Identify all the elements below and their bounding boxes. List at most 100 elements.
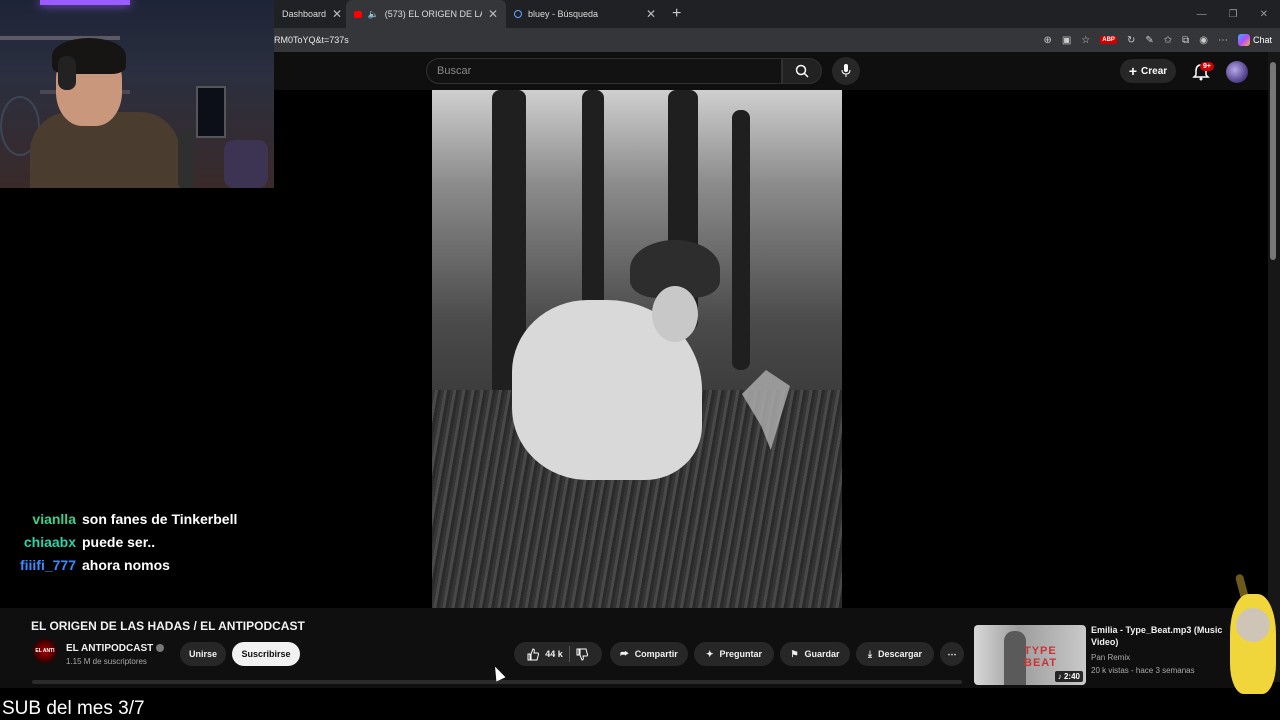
close-icon[interactable]: ✕ bbox=[646, 7, 656, 21]
favorite-star-icon[interactable]: ☆ bbox=[1081, 35, 1090, 46]
girl-face bbox=[652, 286, 698, 342]
collections-icon[interactable]: ⧉ bbox=[1182, 35, 1189, 46]
browser-tab-bar: Dashboard ✕ 🔈 (573) EL ORIGEN DE LAS HAD… bbox=[274, 0, 1280, 28]
headset bbox=[58, 56, 76, 90]
reader-icon[interactable]: ▣ bbox=[1062, 35, 1071, 46]
search-button[interactable] bbox=[782, 58, 822, 84]
microphone-icon bbox=[841, 64, 851, 77]
restore-icon[interactable]: ❐ bbox=[1229, 9, 1238, 20]
extensions-icon[interactable]: ✎ bbox=[1145, 35, 1153, 46]
bookmark-icon: ⚑ bbox=[790, 648, 799, 659]
tab-label: (573) EL ORIGEN DE LAS HAD bbox=[384, 9, 482, 19]
recommended-channel[interactable]: Pan Remix bbox=[1091, 653, 1130, 662]
share-icon: ⮫ bbox=[620, 648, 629, 659]
copilot-icon bbox=[1237, 34, 1250, 46]
search-input[interactable]: Buscar bbox=[426, 58, 782, 84]
led-light bbox=[40, 0, 130, 5]
verified-check-icon bbox=[156, 644, 165, 653]
download-label: Descargar bbox=[877, 649, 922, 659]
chat-username: chiaabx bbox=[23, 534, 76, 550]
chat-message: vianlla son fanes de Tinkerbell bbox=[0, 508, 300, 531]
close-icon[interactable]: ✕ bbox=[332, 7, 342, 21]
like-dislike-group: 44 k bbox=[514, 642, 602, 666]
cat-face bbox=[1236, 608, 1270, 642]
new-tab-icon[interactable]: + bbox=[664, 5, 689, 23]
thumbs-up-icon bbox=[527, 647, 540, 660]
create-label: Crear bbox=[1141, 65, 1168, 77]
sub-goal-bar bbox=[0, 694, 1280, 720]
sub-goal-text: SUB del mes 3/7 bbox=[2, 698, 145, 719]
window-controls: — ❐ ✕ bbox=[1197, 9, 1280, 20]
save-button[interactable]: ⚑ Guardar bbox=[780, 642, 850, 666]
chat-username: vianlla bbox=[32, 511, 76, 527]
tab-dashboard[interactable]: Dashboard ✕ bbox=[274, 0, 346, 28]
recommended-video-title[interactable]: Emilia - Type_Beat.mp3 (Music Video) bbox=[1091, 624, 1231, 648]
tab-label: Dashboard bbox=[282, 9, 327, 19]
ask-button[interactable]: ✦ Preguntar bbox=[694, 642, 774, 666]
recommended-meta: 20 k vistas - hace 3 semanas bbox=[1091, 666, 1195, 675]
channel-avatar[interactable]: EL ANTI bbox=[33, 639, 57, 663]
download-button[interactable]: ⤓ Descargar bbox=[856, 642, 934, 666]
translate-icon[interactable]: ⊕ bbox=[1043, 35, 1051, 46]
copilot-chat-button[interactable]: Chat bbox=[1237, 34, 1272, 46]
search-favicon-icon bbox=[514, 10, 522, 18]
join-button[interactable]: Unirse bbox=[180, 642, 226, 666]
banana-cat-sticker bbox=[1222, 573, 1280, 704]
tab-bing-search[interactable]: bluey - Búsqueda ✕ bbox=[506, 0, 664, 28]
save-label: Guardar bbox=[804, 649, 840, 659]
favorites-icon[interactable]: ✩ bbox=[1164, 35, 1172, 46]
chat-text: puede ser.. bbox=[82, 534, 156, 550]
more-actions-button[interactable]: ⋯ bbox=[940, 642, 964, 666]
voice-search-button[interactable] bbox=[832, 57, 860, 85]
scrollbar-thumb[interactable] bbox=[1270, 62, 1276, 260]
sparkle-icon: ✦ bbox=[705, 648, 714, 659]
download-icon: ⤓ bbox=[867, 648, 872, 659]
tab-youtube-video[interactable]: 🔈 (573) EL ORIGEN DE LAS HAD ✕ bbox=[346, 0, 506, 28]
toolbar-icons: ⊕ ▣ ☆ ABP ↻ ✎ ✩ ⧉ ◉ ⋯ Chat bbox=[1043, 34, 1280, 46]
channel-avatar-text: EL ANTI bbox=[35, 648, 55, 654]
address-bar: RM0ToYQ&t=737s ⊕ ▣ ☆ ABP ↻ ✎ ✩ ⧉ ◉ ⋯ Cha… bbox=[274, 28, 1280, 52]
youtube-favicon-icon bbox=[354, 10, 362, 18]
subscriber-count: 1.15 M de suscriptores bbox=[66, 657, 147, 666]
create-button[interactable]: + Crear bbox=[1120, 59, 1176, 83]
chat-message: chiaabx puede ser.. bbox=[0, 531, 300, 554]
duration-text: 2:40 bbox=[1063, 672, 1080, 681]
search-icon bbox=[795, 64, 809, 78]
youtube-header: Buscar + Crear 9+ bbox=[274, 52, 1268, 90]
thumbs-down-icon[interactable] bbox=[576, 648, 589, 661]
ask-label: Preguntar bbox=[719, 649, 763, 659]
subscribe-button[interactable]: Suscribirse bbox=[232, 642, 300, 666]
recommended-video-thumbnail[interactable]: TYPE BEAT ♪ 2:40 bbox=[974, 625, 1086, 685]
join-label: Unirse bbox=[188, 649, 217, 659]
minimize-icon[interactable]: — bbox=[1197, 9, 1207, 20]
video-info-section: EL ORIGEN DE LAS HADAS / EL ANTIPODCAST … bbox=[0, 608, 1268, 688]
more-icon[interactable]: ⋯ bbox=[1218, 35, 1228, 46]
chat-username: fiiifi_777 bbox=[19, 557, 76, 573]
share-label: Compartir bbox=[634, 649, 678, 659]
refresh-extension-icon[interactable]: ↻ bbox=[1127, 35, 1135, 46]
adblock-icon[interactable]: ABP bbox=[1100, 36, 1117, 44]
subscribe-label: Suscribirse bbox=[241, 649, 291, 659]
channel-name-row[interactable]: EL ANTIPODCAST bbox=[66, 643, 165, 654]
account-avatar[interactable] bbox=[1226, 61, 1248, 83]
more-icon: ⋯ bbox=[947, 648, 957, 659]
url-field[interactable]: RM0ToYQ&t=737s bbox=[274, 35, 349, 45]
thumbnail-person bbox=[1004, 631, 1026, 685]
like-count: 44 k bbox=[545, 649, 563, 659]
close-icon[interactable]: ✕ bbox=[488, 7, 498, 21]
streamer-webcam bbox=[0, 0, 274, 188]
profile-icon[interactable]: ◉ bbox=[1199, 35, 1208, 46]
thumbnail-text: TYPE BEAT bbox=[1024, 645, 1058, 669]
bottle bbox=[178, 132, 194, 188]
like-button[interactable]: 44 k bbox=[527, 647, 563, 661]
stream-chat: vianlla son fanes de Tinkerbell chiaabx … bbox=[0, 508, 300, 577]
share-button[interactable]: ⮫ Compartir bbox=[610, 642, 688, 666]
channel-name[interactable]: EL ANTIPODCAST bbox=[66, 643, 153, 654]
video-frame-fairy-photo bbox=[432, 90, 842, 608]
video-title: EL ORIGEN DE LAS HADAS / EL ANTIPODCAST bbox=[31, 619, 305, 633]
figurine bbox=[224, 140, 268, 188]
copilot-label: Chat bbox=[1252, 35, 1272, 45]
window-close-icon[interactable]: ✕ bbox=[1260, 9, 1268, 20]
video-duration: ♪ 2:40 bbox=[1054, 671, 1083, 682]
plus-icon: + bbox=[1128, 63, 1138, 79]
